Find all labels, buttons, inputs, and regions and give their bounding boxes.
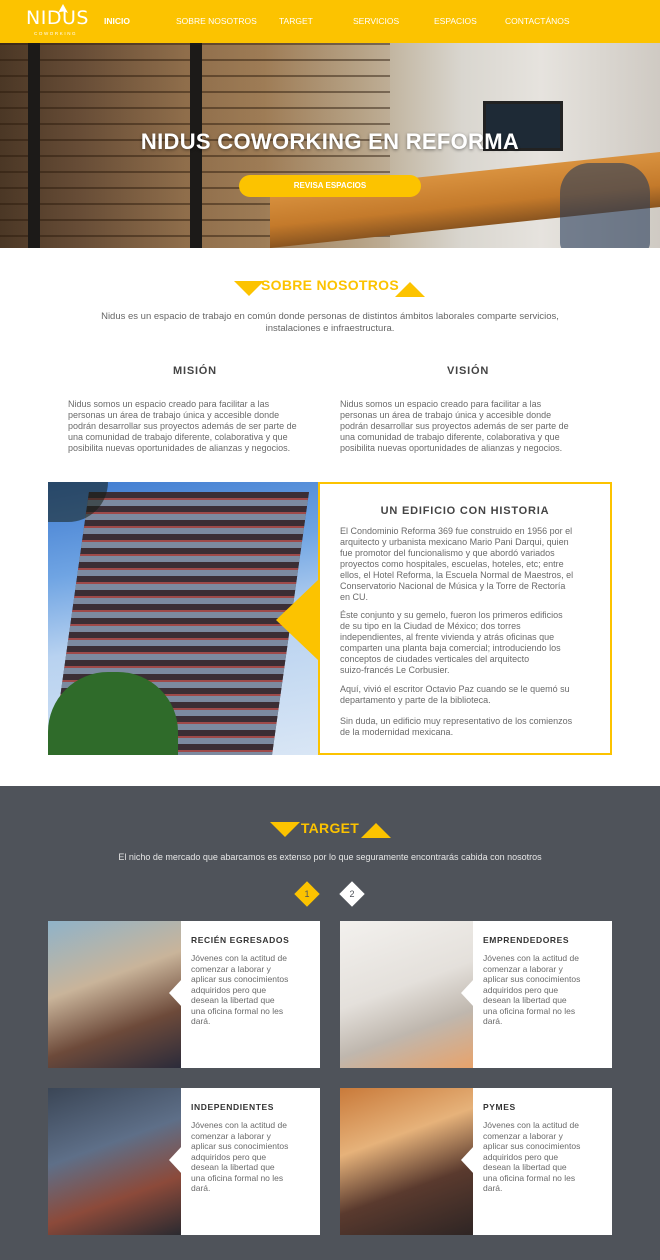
card-photo-freelancers xyxy=(48,1088,181,1235)
nav-inicio[interactable]: INICIO xyxy=(104,16,130,26)
card-text: Jóvenes con la actitud de comenzar a lab… xyxy=(483,1120,581,1193)
nav-target[interactable]: TARGET xyxy=(279,16,313,26)
card-notch-shape xyxy=(461,979,474,1007)
history-paragraph-3: Aquí, vivió el escritor Octavio Paz cuan… xyxy=(340,684,570,705)
history-notch-shape xyxy=(276,580,318,660)
nav-servicios[interactable]: SERVICIOS xyxy=(353,16,399,26)
vision-text: Nidus somos un espacio creado para facil… xyxy=(340,399,569,453)
history-paragraph-2: Éste conjunto y su gemelo, fueron los pr… xyxy=(340,610,563,675)
hero-banner: NIDUS COWORKING EN REFORMA REVISA ESPACI… xyxy=(0,43,660,248)
logo-subtitle: COWORKING xyxy=(34,31,78,36)
card-text: Jóvenes con la actitud de comenzar a lab… xyxy=(483,953,581,1026)
card-notch-shape xyxy=(461,1146,474,1174)
nidus-logo[interactable]: NIDUS COWORKING xyxy=(26,4,88,38)
history-paragraph-4: Sin duda, un edificio muy representativo… xyxy=(340,716,573,737)
pager-label-1: 1 xyxy=(304,889,310,899)
nav-espacios[interactable]: ESPACIOS xyxy=(434,16,477,26)
pager-label-2: 2 xyxy=(349,889,355,899)
triangle-up-icon xyxy=(395,282,425,297)
hero-title: NIDUS COWORKING EN REFORMA xyxy=(140,129,520,154)
card-notch-shape xyxy=(169,979,182,1007)
card-title: PYMES xyxy=(483,1102,516,1112)
nav-contactanos[interactable]: CONTACTÁNOS xyxy=(505,16,570,26)
target-card-independientes[interactable]: INDEPENDIENTES Jóvenes con la actitud de… xyxy=(48,1088,320,1235)
target-title: TARGET xyxy=(300,820,360,836)
bird-icon xyxy=(58,4,68,13)
card-photo-laptop xyxy=(340,921,473,1068)
card-text: Jóvenes con la actitud de comenzar a lab… xyxy=(191,953,289,1026)
card-text: Jóvenes con la actitud de comenzar a lab… xyxy=(191,1120,289,1193)
card-notch-shape xyxy=(169,1146,182,1174)
nav-sobre-nosotros[interactable]: SOBRE NOSOTROS xyxy=(176,16,257,26)
history-box: UN EDIFICIO CON HISTORIA El Condominio R… xyxy=(318,482,612,755)
card-title: INDEPENDIENTES xyxy=(191,1102,275,1112)
target-intro: El nicho de mercado que abarcamos es ext… xyxy=(118,852,542,862)
card-photo-students xyxy=(48,921,181,1068)
target-section: TARGET El nicho de mercado que abarcamos… xyxy=(0,786,660,1260)
target-card-emprendedores[interactable]: EMPRENDEDORES Jóvenes con la actitud de … xyxy=(340,921,612,1068)
sobre-nosotros-title: SOBRE NOSOTROS xyxy=(261,277,399,293)
history-paragraph-1: El Condominio Reforma 369 fue construido… xyxy=(340,526,574,602)
card-title: EMPRENDEDORES xyxy=(483,935,570,945)
hero-photo-chair xyxy=(560,163,650,248)
target-card-recien-egresados[interactable]: RECIÉN EGRESADOS Jóvenes con la actitud … xyxy=(48,921,320,1068)
card-title: RECIÉN EGRESADOS xyxy=(191,935,290,945)
vision-title: VISIÓN xyxy=(447,365,490,377)
history-title: UN EDIFICIO CON HISTORIA xyxy=(380,505,550,517)
target-card-pymes[interactable]: PYMES Jóvenes con la actitud de comenzar… xyxy=(340,1088,612,1235)
mision-text: Nidus somos un espacio creado para facil… xyxy=(68,399,297,453)
top-navbar: NIDUS COWORKING INICIO SOBRE NOSOTROS TA… xyxy=(0,0,660,43)
about-intro: Nidus es un espacio de trabajo en común … xyxy=(101,311,559,334)
mision-title: MISIÓN xyxy=(173,365,217,377)
card-photo-woman xyxy=(340,1088,473,1235)
revisa-espacios-button[interactable]: REVISA ESPACIOS xyxy=(239,175,421,197)
triangle-up-icon xyxy=(361,823,391,838)
